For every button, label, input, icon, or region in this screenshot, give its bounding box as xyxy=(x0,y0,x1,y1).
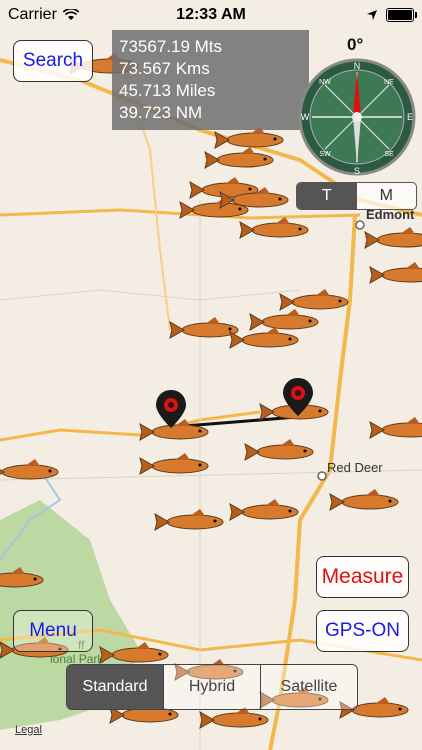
map-pin-icon xyxy=(283,378,313,416)
compass-w: W xyxy=(301,112,310,122)
map-type-satellite[interactable]: Satellite xyxy=(260,665,357,709)
menu-button[interactable]: Menu xyxy=(13,610,93,652)
search-button[interactable]: Search xyxy=(13,40,93,82)
compass-e: E xyxy=(407,112,413,122)
clock: 12:33 AM xyxy=(176,6,246,23)
measure-button[interactable]: Measure xyxy=(316,556,409,598)
toggle-m[interactable]: M xyxy=(357,183,417,209)
status-bar: Carrier 12:33 AM xyxy=(0,0,422,30)
location-arrow-icon xyxy=(367,10,377,20)
wifi-icon xyxy=(62,9,79,20)
compass-se: SE xyxy=(384,151,394,158)
gps-button[interactable]: GPS-ON xyxy=(316,610,409,652)
legal-link[interactable]: Legal xyxy=(15,724,42,736)
carrier-label: Carrier xyxy=(8,6,57,23)
map-type-selector: Standard Hybrid Satellite xyxy=(66,664,358,710)
distance-miles: 45.713 Miles xyxy=(119,81,216,100)
compass-s: S xyxy=(354,166,360,176)
battery-icon xyxy=(386,8,417,22)
map-pin-icon xyxy=(156,390,186,428)
compass-sw: SW xyxy=(319,151,331,158)
heading-readout: 0° xyxy=(347,35,364,54)
compass-ne: NE xyxy=(384,79,394,86)
distance-kms: 73.567 Kms xyxy=(119,59,210,78)
unit-toggle: T M xyxy=(296,182,417,210)
compass-icon: N E S W NE NW SE SW xyxy=(298,58,416,176)
compass-n: N xyxy=(354,61,361,71)
toggle-t[interactable]: T xyxy=(297,183,357,209)
distance-panel: 73567.19 Mts 73.567 Kms 45.713 Miles 39.… xyxy=(112,30,309,130)
compass-nw: NW xyxy=(319,79,331,86)
distance-nm: 39.723 NM xyxy=(119,103,203,122)
distance-meters: 73567.19 Mts xyxy=(119,37,223,56)
map-type-hybrid[interactable]: Hybrid xyxy=(163,665,260,709)
map-type-standard[interactable]: Standard xyxy=(67,665,163,709)
